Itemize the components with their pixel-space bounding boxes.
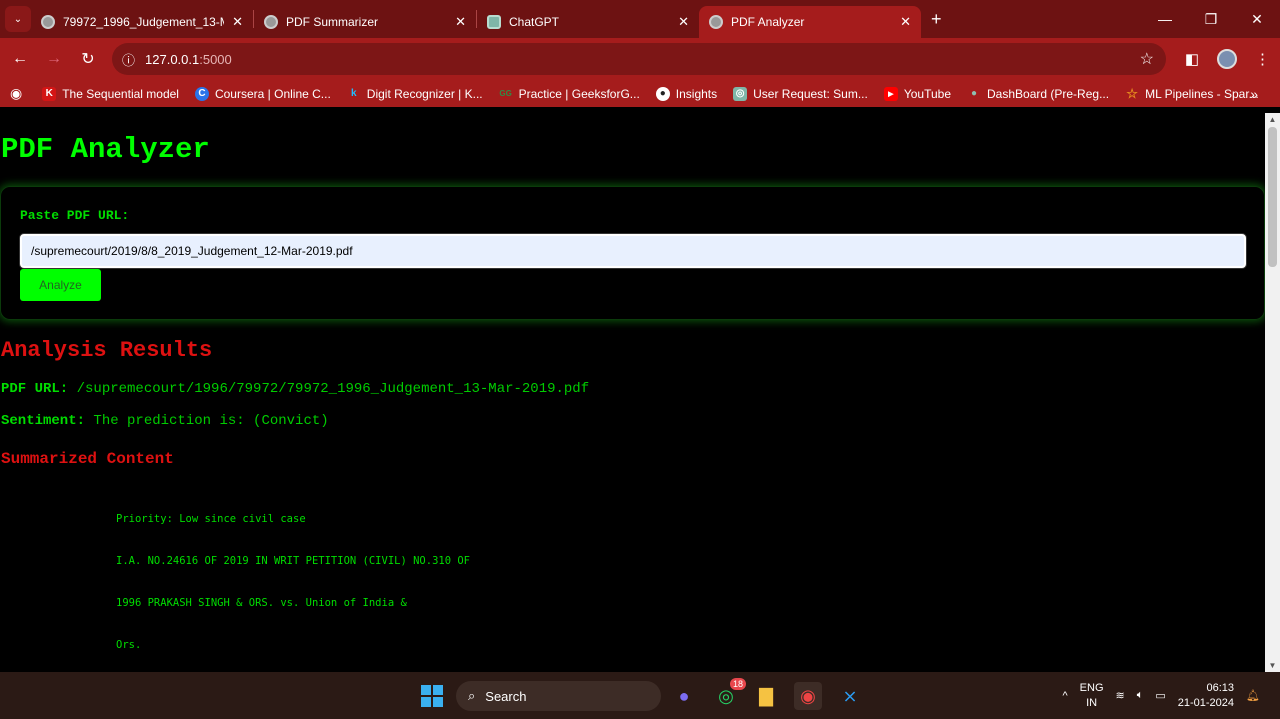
side-panel-icon[interactable]: ◧ xyxy=(1185,50,1199,68)
bookmark-item[interactable]: ● Insights xyxy=(655,86,717,101)
bookmark-item[interactable]: k Digit Recognizer | K... xyxy=(347,87,483,101)
chrome-icon[interactable]: ◉ xyxy=(794,682,822,710)
close-icon[interactable]: ✕ xyxy=(678,14,689,30)
tab-pdf-summarizer[interactable]: PDF Summarizer ✕ xyxy=(254,6,476,38)
analyze-button[interactable]: Analyze xyxy=(20,269,101,301)
summary-line: 1996 PRAKASH SINGH & ORS. vs. Union of I… xyxy=(116,597,407,609)
pdf-url-result: PDF URL: /supremecourt/1996/79972/79972_… xyxy=(1,381,590,397)
globe-icon xyxy=(41,15,55,29)
page-content: PDF Analyzer Paste PDF URL: Analyze Anal… xyxy=(0,113,1265,672)
star-icon: ☆ xyxy=(1126,85,1138,101)
close-icon[interactable]: ✕ xyxy=(900,14,911,30)
tab-chatgpt[interactable]: ChatGPT ✕ xyxy=(477,6,699,38)
clock[interactable]: 06:13 21-01-2024 xyxy=(1178,681,1234,711)
results-heading: Analysis Results xyxy=(1,338,213,363)
teams-meet-icon[interactable]: ● xyxy=(670,682,698,710)
page-title: PDF Analyzer xyxy=(1,133,210,166)
github-icon: ● xyxy=(655,86,670,101)
bookmark-item[interactable]: ▶ YouTube xyxy=(883,86,951,101)
taskbar: ⌕ Search ● ◎ 18 ▇ ◉ ⨯ ^ ENG IN ≋ 🔈︎ ▭ 06:13 21… xyxy=(0,672,1280,719)
window-close-icon[interactable]: ✕ xyxy=(1234,0,1280,38)
volume-icon[interactable]: 🔈︎ xyxy=(1137,689,1144,702)
search-icon: ⌕ xyxy=(468,688,476,703)
summary-line: Priority: Low since civil case xyxy=(116,513,306,525)
more-bookmarks-icon[interactable]: » xyxy=(1250,86,1258,102)
scrollbar[interactable]: ▲ ▼ xyxy=(1265,113,1280,672)
chatgpt-icon: ◎ xyxy=(733,86,748,101)
wifi-icon[interactable]: ≋ xyxy=(1116,689,1125,702)
minimize-icon[interactable]: — xyxy=(1142,0,1188,38)
back-icon[interactable]: ← xyxy=(3,50,37,68)
tray-chevron-icon[interactable]: ^ xyxy=(1063,690,1068,702)
bookmark-item[interactable]: ◎ User Request: Sum... xyxy=(733,86,868,101)
summary-heading: Summarized Content xyxy=(1,450,174,468)
youtube-icon: ▶ xyxy=(883,86,898,101)
apps-globe-icon[interactable]: ◉ xyxy=(10,85,22,102)
bookmark-item[interactable]: GG Practice | GeeksforG... xyxy=(499,87,639,101)
pdf-url-input[interactable] xyxy=(20,234,1246,268)
reload-icon[interactable]: ↻ xyxy=(71,49,105,69)
windows-start-icon[interactable] xyxy=(421,685,443,707)
tab-strip: ⌄ 79972_1996_Judgement_13-Ma ✕ PDF Summar… xyxy=(0,0,1280,38)
bookmark-item[interactable]: C Coursera | Online C... xyxy=(194,86,331,101)
bookmark-item[interactable]: ☆ ML Pipelines - Spar... xyxy=(1125,85,1258,101)
bookmark-favicon-icon: k xyxy=(351,88,357,99)
bookmark-favicon-icon: GG xyxy=(499,89,512,98)
summary-line: I.A. NO.24616 OF 2019 IN WRIT PETITION (… xyxy=(116,555,471,567)
scroll-up-icon[interactable]: ▲ xyxy=(1265,115,1280,124)
bookmark-item[interactable]: K The Sequential model xyxy=(42,86,179,101)
chatgpt-icon xyxy=(487,15,501,29)
summary-line: Ors. xyxy=(116,639,142,651)
summary-content: Priority: Low since civil case I.A. NO.2… xyxy=(116,513,470,672)
vscode-icon[interactable]: ⨯ xyxy=(836,682,864,710)
tab-search-button[interactable]: ⌄ xyxy=(5,6,31,32)
forward-icon[interactable]: → xyxy=(37,50,71,68)
url-form: Paste PDF URL: Analyze xyxy=(0,186,1265,320)
sentiment-result: Sentiment: The prediction is: (Convict) xyxy=(1,413,329,429)
bookmark-star-icon[interactable]: ☆ xyxy=(1140,49,1154,69)
globe-icon xyxy=(709,15,723,29)
bookmark-favicon-icon: K xyxy=(42,86,57,101)
bookmark-item[interactable]: ● DashBoard (Pre-Reg... xyxy=(967,87,1109,101)
close-icon[interactable]: ✕ xyxy=(232,14,243,30)
close-icon[interactable]: ✕ xyxy=(455,14,466,30)
tab-pdf-analyzer[interactable]: PDF Analyzer ✕ xyxy=(699,6,921,38)
bookmark-favicon-icon: C xyxy=(194,86,209,101)
info-icon[interactable]: ⓘ xyxy=(122,50,135,69)
bookmarks-bar: ◉ K The Sequential model C Coursera | Onli… xyxy=(0,80,1280,107)
whatsapp-icon[interactable]: ◎ 18 xyxy=(712,678,746,710)
notification-bell-icon[interactable]: 🔔︎ xyxy=(1246,689,1260,702)
tab-judgement[interactable]: 79972_1996_Judgement_13-Ma ✕ xyxy=(31,6,253,38)
address-bar[interactable]: ⓘ 127.0.0.1:5000 ☆ xyxy=(112,43,1166,75)
scroll-down-icon[interactable]: ▼ xyxy=(1265,661,1280,670)
url-label: Paste PDF URL: xyxy=(20,208,130,223)
restore-icon[interactable]: ❐ xyxy=(1188,0,1234,38)
bookmark-favicon-icon: ● xyxy=(970,88,978,99)
language-indicator[interactable]: ENG IN xyxy=(1080,681,1104,711)
scrollbar-thumb[interactable] xyxy=(1268,127,1277,267)
menu-kebab-icon[interactable]: ⋮ xyxy=(1255,50,1270,68)
new-tab-button[interactable]: + xyxy=(931,9,942,30)
battery-icon[interactable]: ▭ xyxy=(1155,689,1165,702)
browser-toolbar: ← → ↻ ⓘ 127.0.0.1:5000 ☆ ◧ ⋮ xyxy=(0,38,1280,80)
taskbar-search[interactable]: ⌕ Search xyxy=(456,681,661,711)
globe-icon xyxy=(264,15,278,29)
avatar[interactable] xyxy=(1217,49,1237,69)
file-explorer-icon[interactable]: ▇ xyxy=(752,682,780,710)
